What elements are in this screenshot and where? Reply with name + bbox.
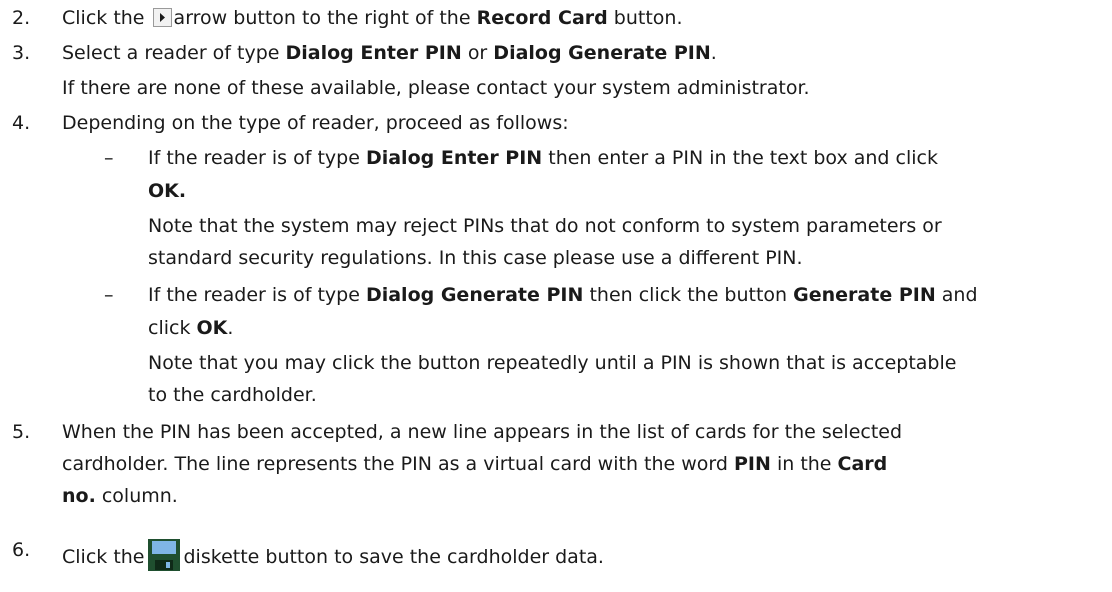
step-3-line-2: If there are none of these available, pl… [62, 77, 810, 99]
step-2-part-b: arrow button to the right of the [173, 7, 471, 29]
dialog-generate-pin-label: Dialog Generate PIN [493, 42, 711, 64]
bullet-1-part-c: then enter a PIN in the text box and cli… [548, 147, 938, 169]
step-3-part-a: Select a reader of type [62, 42, 280, 64]
bullet-dash: – [104, 147, 114, 169]
bullet-2-part-a: If the reader is of type [148, 284, 360, 306]
bullet-2-line-1: If the reader is of type Dialog Generate… [148, 283, 978, 307]
dialog-enter-pin-label: Dialog Enter PIN [365, 147, 543, 169]
dialog-enter-pin-label: Dialog Enter PIN [285, 42, 462, 64]
step-number: 2. [12, 7, 31, 29]
ok-label: OK [196, 317, 228, 339]
step-4-text: Depending on the type of reader, proceed… [62, 112, 569, 134]
ok-label: OK. [148, 180, 187, 202]
bullet-1-part-a: If the reader is of type [148, 147, 360, 169]
bullet-2-line-2: click OK. [148, 316, 233, 340]
step-number: 5. [12, 421, 31, 443]
step-6-part-a: Click the [62, 546, 145, 568]
bullet-1-line-4: standard security regulations. In this c… [148, 247, 803, 269]
bullet-1-line-1: If the reader is of type Dialog Enter PI… [148, 146, 938, 170]
step-6-part-b: diskette button to save the cardholder d… [183, 546, 604, 568]
step-5-line-2: cardholder. The line represents the PIN … [62, 452, 887, 476]
step-2-part-a: Click the [62, 7, 145, 29]
step-number: 6. [12, 539, 31, 561]
record-card-label: Record Card [476, 7, 608, 29]
generate-pin-label: Generate PIN [793, 284, 936, 306]
step-number: 3. [12, 42, 31, 64]
pin-label: PIN [734, 453, 771, 475]
bullet-dash: – [104, 284, 114, 306]
arrow-right-icon [152, 8, 172, 27]
no-label: no. [62, 485, 96, 507]
bullet-2-click: click [148, 317, 191, 339]
step-2-part-c: button. [613, 7, 683, 29]
step-5-part-c: in the [776, 453, 832, 475]
bullet-2-period: . [227, 317, 234, 339]
step-5-line-1: When the PIN has been accepted, a new li… [62, 421, 903, 443]
step-3-text: Select a reader of type Dialog Enter PIN… [62, 41, 717, 65]
step-5-part-column: column. [101, 485, 178, 507]
bullet-2-part-c: then click the button [589, 284, 788, 306]
dialog-generate-pin-label: Dialog Generate PIN [365, 284, 584, 306]
bullet-2-line-3: Note that you may click the button repea… [148, 352, 957, 374]
step-5-line-3: no. column. [62, 484, 178, 508]
bullet-2-line-4: to the cardholder. [148, 384, 317, 406]
step-6-text: Click the diskette button to save the ca… [62, 538, 604, 572]
step-3-part-b: or [467, 42, 488, 64]
step-2-text: Click the arrow button to the right of t… [62, 6, 683, 30]
step-5-part-a: cardholder. The line represents the PIN … [62, 453, 728, 475]
step-3-part-c: . [710, 42, 717, 64]
diskette-icon [147, 538, 181, 572]
bullet-1-line-2: OK. [148, 179, 186, 203]
bullet-2-part-e: and [941, 284, 978, 306]
step-number: 4. [12, 112, 31, 134]
bullet-1-line-3: Note that the system may reject PINs tha… [148, 215, 942, 237]
card-label: Card [837, 453, 888, 475]
